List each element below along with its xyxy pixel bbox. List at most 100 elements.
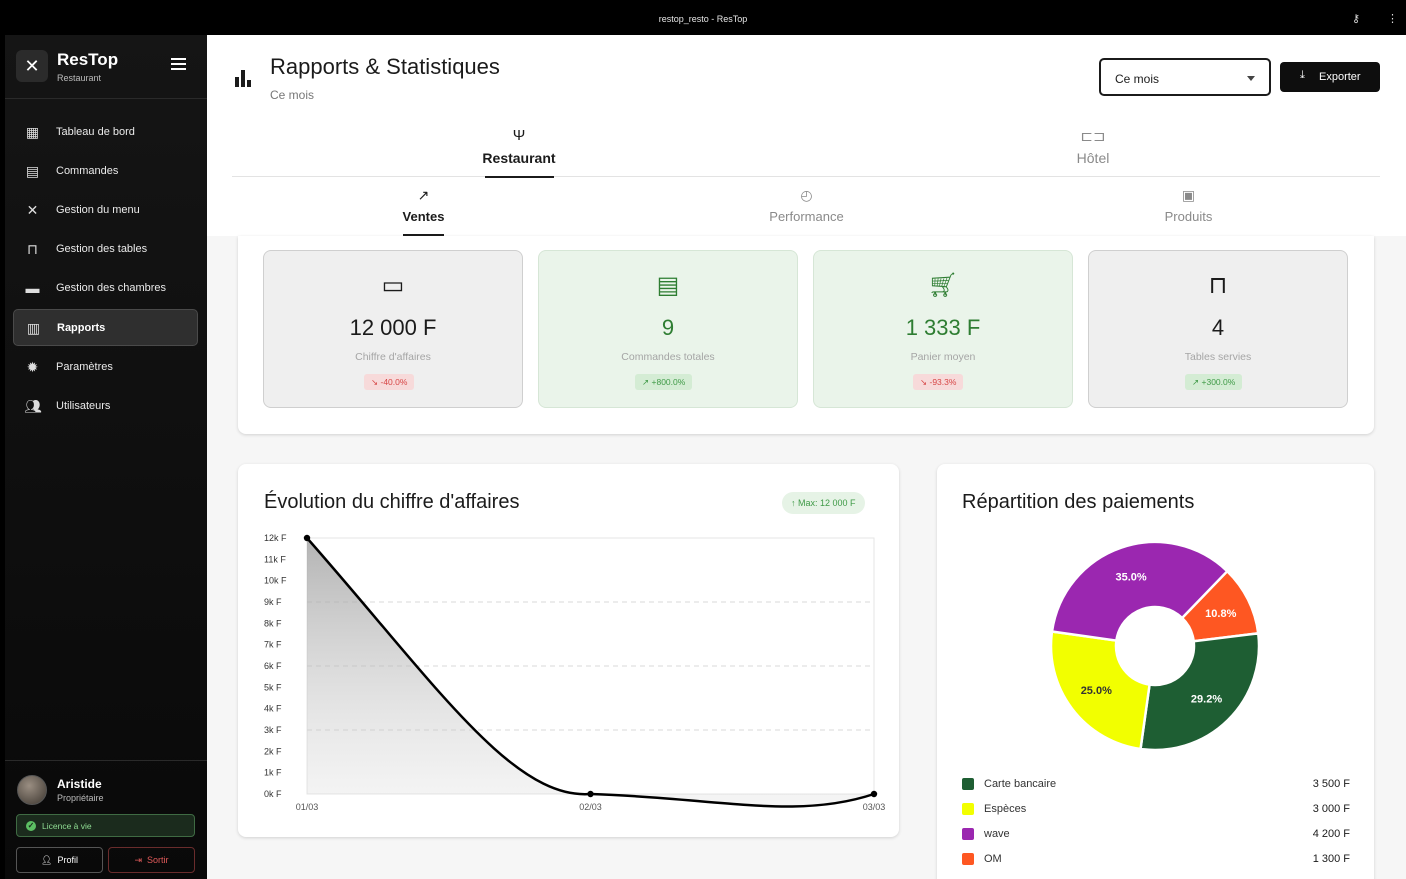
sidebar-item-label: Utilisateurs <box>56 400 111 412</box>
cash-icon: ▭ <box>381 272 405 299</box>
trending-up-icon: ↗ <box>1192 377 1200 387</box>
sidebar-item-users[interactable]: 👥︎ Utilisateurs <box>13 388 198 425</box>
sidebar-item-label: Tableau de bord <box>56 126 135 138</box>
logout-button-label: Sortir <box>147 855 169 865</box>
window-title-bar: restop_resto - ResTop ⚷ ⋮ <box>0 0 1406 35</box>
gear-icon: ✹ <box>26 359 39 375</box>
page-header: Rapports & Statistiques Ce mois Ce mois … <box>207 35 1406 236</box>
dashboard-icon: ▦ <box>25 124 40 140</box>
main-content: Rapports & Statistiques Ce mois Ce mois … <box>207 35 1406 879</box>
tab-label: Restaurant <box>482 150 556 166</box>
legend-item: Espèces 3 000 F <box>962 801 1350 817</box>
kpi-label: Commandes totales <box>621 351 715 363</box>
sidebar-item-reports[interactable]: ▥ Rapports <box>13 309 198 346</box>
tab-restaurant[interactable]: Ψ Restaurant <box>232 117 806 178</box>
y-tick-label: 8k F <box>264 618 282 628</box>
user-name: Aristide <box>57 777 102 791</box>
kpi-card-orders: ▤ 9 Commandes totales ↗ +800.0% <box>538 250 798 408</box>
menu-toggle-icon[interactable] <box>171 58 186 70</box>
kpi-label: Panier moyen <box>910 351 976 363</box>
avatar[interactable] <box>17 775 47 805</box>
slice-label: 10.8% <box>1205 608 1236 620</box>
page-title: Rapports & Statistiques <box>270 54 500 79</box>
x-tick-label: 01/03 <box>296 802 319 812</box>
license-label: Licence à vie <box>42 821 92 831</box>
cart-icon: 🛒︎ <box>927 272 959 299</box>
pie-slice <box>1139 631 1261 752</box>
legend-item: Carte bancaire 3 500 F <box>962 776 1350 792</box>
user-role: Propriétaire <box>57 793 104 803</box>
table-icon: ⊓ <box>1208 272 1228 299</box>
export-button[interactable]: ⤓ Exporter <box>1280 62 1380 92</box>
download-icon: ⤓ <box>1300 69 1305 81</box>
user-block: Aristide Propriétaire ✓ Licence à vie 👤︎… <box>5 760 207 879</box>
chart-icon: ▥ <box>26 320 41 336</box>
key-icon[interactable]: ⚷ <box>1352 12 1360 25</box>
slice-label: 35.0% <box>1115 572 1146 584</box>
trend-value: +800.0% <box>651 377 686 387</box>
tab-hotel[interactable]: ⊏⊐ Hôtel <box>806 117 1380 177</box>
logout-button[interactable]: ⇥ Sortir <box>108 847 195 873</box>
slice-label: 25.0% <box>1081 685 1112 697</box>
kpi-panel: ▭ 12 000 F Chiffre d'affaires ↘ -40.0% ▤… <box>238 236 1374 434</box>
chevron-down-icon <box>1247 76 1255 81</box>
sidebar-item-label: Rapports <box>57 322 106 334</box>
trend-badge: ↗ +300.0% <box>1185 374 1243 390</box>
brand-name: ResTop <box>57 50 119 69</box>
trend-badge: ↘ -93.3% <box>913 374 964 390</box>
profile-button[interactable]: 👤︎ Profil <box>16 847 103 873</box>
brand-subtitle: Restaurant <box>57 73 102 83</box>
data-point <box>303 534 311 542</box>
legend-amount: 1 300 F <box>1312 853 1350 865</box>
legend-label: wave <box>984 828 1010 840</box>
legend-label: OM <box>984 853 1002 865</box>
sidebar-item-settings[interactable]: ✹ Paramètres <box>13 349 198 386</box>
trend-badge: ↘ -40.0% <box>364 374 415 390</box>
period-select[interactable]: Ce mois <box>1099 58 1271 96</box>
tab-sales[interactable]: ↗ Ventes <box>232 177 615 236</box>
trending-down-icon: ↘ <box>371 377 379 387</box>
sidebar-item-rooms[interactable]: ▬ Gestion des chambres <box>13 270 198 307</box>
sidebar-item-menu[interactable]: ✕ Gestion du menu <box>13 192 198 229</box>
data-point <box>587 790 594 798</box>
kpi-label: Chiffre d'affaires <box>355 351 431 363</box>
bar-chart-icon <box>235 69 253 87</box>
sidebar-item-dashboard[interactable]: ▦ Tableau de bord <box>13 114 198 151</box>
x-tick-label: 02/03 <box>579 802 602 812</box>
more-vert-icon[interactable]: ⋮ <box>1387 12 1398 25</box>
y-tick-label: 5k F <box>264 682 282 692</box>
receipt-icon: ▤ <box>25 163 40 179</box>
utensils-icon: ✕ <box>26 202 39 218</box>
table-icon: ⊓ <box>27 241 38 257</box>
legend-item: wave 4 200 F <box>962 826 1350 842</box>
sidebar: ✕ ResTop Restaurant ▦ Tableau de bord ▤ … <box>5 35 207 879</box>
y-tick-label: 2k F <box>264 746 282 756</box>
sidebar-item-tables[interactable]: ⊓ Gestion des tables <box>13 231 198 268</box>
trend-value: +300.0% <box>1201 377 1236 387</box>
person-icon: 👤︎ <box>41 855 53 865</box>
legend-amount: 3 000 F <box>1312 803 1350 815</box>
legend-swatch <box>962 853 974 865</box>
legend-amount: 3 500 F <box>1312 778 1350 790</box>
slice-label: 29.2% <box>1191 693 1222 705</box>
y-tick-label: 12k F <box>264 533 287 543</box>
trend-value: -93.3% <box>929 377 957 387</box>
speedometer-icon: ◴ <box>800 187 813 203</box>
kpi-value: 4 <box>1211 315 1225 340</box>
kpi-card-tables-served: ⊓ 4 Tables servies ↗ +300.0% <box>1088 250 1348 408</box>
legend-item: OM 1 300 F <box>962 851 1350 867</box>
license-badge: ✓ Licence à vie <box>16 814 195 837</box>
kpi-value: 9 <box>661 315 675 340</box>
tab-label: Performance <box>769 209 844 224</box>
data-point <box>870 790 878 798</box>
utensils-icon: Ψ <box>512 127 526 144</box>
payments-chart-card: Répartition des paiements 10.8% 29.2% 25.0… <box>937 464 1374 879</box>
tab-label: Hôtel <box>1076 150 1110 166</box>
tab-performance[interactable]: ◴ Performance <box>615 177 998 236</box>
y-tick-label: 7k F <box>264 640 282 650</box>
revenue-chart-card: Évolution du chiffre d'affaires ↑ Max: 1… <box>238 464 899 837</box>
legend-swatch <box>962 828 974 840</box>
revenue-area-chart: 0k F 1k F 2k F 3k F 4k F 5k F 6k F 7k F 8k F 9k F… <box>264 533 885 812</box>
tab-products[interactable]: ▣ Produits <box>997 177 1380 236</box>
sidebar-item-orders[interactable]: ▤ Commandes <box>13 153 198 190</box>
